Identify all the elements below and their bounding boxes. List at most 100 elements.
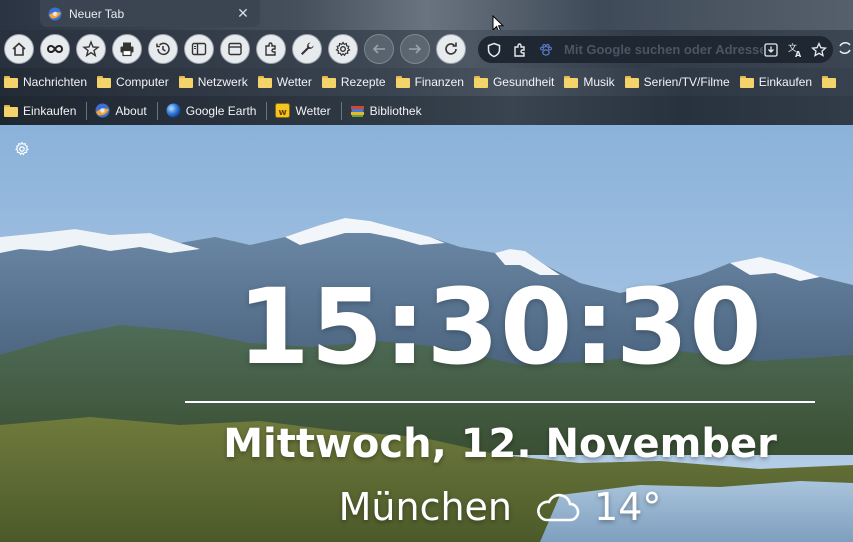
address-bar-actions: 文A <box>763 41 833 58</box>
bookmark-folder-einkaufen[interactable]: Einkaufen <box>739 75 813 89</box>
bookmark-about[interactable]: About <box>95 103 147 118</box>
clock-date: Mittwoch, 12. November <box>223 421 777 467</box>
bookmark-label: Google Earth <box>185 103 257 118</box>
bookmark-label: Finanzen <box>414 75 464 89</box>
folder-icon <box>97 76 112 88</box>
browser-favicon-icon <box>48 7 62 20</box>
browser-logo-icon <box>95 103 110 118</box>
folder-icon <box>473 76 488 88</box>
close-tab-icon[interactable]: ✕ <box>236 5 250 22</box>
bookmark-label: Netzwerk <box>197 75 248 89</box>
page-settings-icon[interactable] <box>14 141 30 157</box>
bookmarks-bar: Nachrichten Computer Netzwerk Wetter Rez… <box>0 68 853 96</box>
bookmark-wetter[interactable]: w Wetter <box>275 103 331 118</box>
back-button[interactable] <box>364 34 394 64</box>
settings-button[interactable] <box>328 34 358 64</box>
bookmark-separator <box>156 101 158 120</box>
bookmark-bibliothek[interactable]: Bibliothek <box>350 103 422 118</box>
weather-widget: München 14° <box>185 485 815 529</box>
bookmark-label: Einkaufen <box>23 103 77 118</box>
bookmark-folder-gesundheit[interactable]: Gesundheit <box>473 75 555 89</box>
extensions-button[interactable] <box>256 34 286 64</box>
history-button[interactable] <box>148 34 178 64</box>
tools-button[interactable] <box>292 34 322 64</box>
gear-icon <box>335 41 351 57</box>
forward-button[interactable] <box>400 34 430 64</box>
shield-icon[interactable] <box>486 42 502 58</box>
paw-icon <box>540 43 552 56</box>
print-button[interactable] <box>112 34 142 64</box>
private-mode-button[interactable] <box>40 34 70 64</box>
bookmark-google-earth[interactable]: Google Earth <box>166 103 257 118</box>
clock-divider <box>185 401 815 403</box>
folder-icon <box>321 76 336 88</box>
wrench-icon <box>301 42 314 55</box>
bookmark-separator <box>266 101 268 120</box>
printer-icon <box>120 42 134 57</box>
bookmark-folder-computer[interactable]: Computer <box>97 75 169 89</box>
books-icon <box>350 106 364 117</box>
folder-icon <box>257 76 272 88</box>
tab-strip: Neuer Tab ✕ <box>0 0 853 34</box>
folder-icon <box>4 76 18 88</box>
folder-icon <box>564 76 579 88</box>
history-icon <box>156 42 170 56</box>
tab-new-tab[interactable]: Neuer Tab ✕ <box>40 0 260 27</box>
cloud-icon <box>537 493 580 522</box>
arrow-left-icon <box>372 44 385 54</box>
address-input[interactable]: Mit Google suchen oder Adresse eingeben <box>564 42 763 57</box>
bookmark-label: Computer <box>116 75 169 89</box>
bookmark-folder-serien[interactable]: Serien/TV/Filme <box>624 75 730 89</box>
bookmark-label: About <box>115 103 147 118</box>
folder-icon <box>4 104 18 117</box>
weather-temperature: 14° <box>594 485 662 529</box>
reload-icon <box>445 42 457 55</box>
translate-icon[interactable]: 文A <box>787 42 803 58</box>
bookmark-folder-overflow[interactable] <box>822 76 837 88</box>
sidebar-button[interactable] <box>184 34 214 64</box>
bookmark-label: Bibliothek <box>369 103 422 118</box>
new-tab-page: 15:30:30 Mittwoch, 12. November München … <box>0 125 853 542</box>
bookmark-label: Musik <box>583 75 615 89</box>
window-icon <box>228 42 242 56</box>
extension-puzzle-icon[interactable] <box>512 42 528 58</box>
bookmark-folder-wetter[interactable]: Wetter <box>257 75 312 89</box>
bookmark-star-icon[interactable] <box>811 41 827 58</box>
weather-app-icon: w <box>275 103 291 118</box>
sync-icon[interactable] <box>838 39 852 57</box>
star-icon <box>82 40 100 58</box>
svg-text:w: w <box>279 108 287 118</box>
bookmark-label: Serien/TV/Filme <box>643 75 730 89</box>
window-button[interactable] <box>220 34 250 64</box>
home-button[interactable] <box>4 34 34 64</box>
folder-icon <box>178 76 193 88</box>
arrow-right-icon <box>409 44 422 54</box>
folder-icon <box>822 76 837 88</box>
svg-text:A: A <box>795 50 802 58</box>
bookmark-folder-einkaufen-2[interactable]: Einkaufen <box>4 104 76 118</box>
folder-icon <box>395 76 410 88</box>
bookmark-label: Wetter <box>295 103 331 118</box>
bookmark-separator <box>340 101 342 120</box>
reload-button[interactable] <box>436 34 466 64</box>
favorites-button[interactable] <box>76 34 106 64</box>
folder-icon <box>624 76 639 88</box>
infinity-icon <box>46 45 64 53</box>
bookmark-separator <box>86 101 88 120</box>
bookmark-label: Einkaufen <box>758 75 813 89</box>
clock-time: 15:30:30 <box>237 266 763 388</box>
bookmark-folder-finanzen[interactable]: Finanzen <box>395 75 464 89</box>
bookmark-folder-rezepte[interactable]: Rezepte <box>321 75 386 89</box>
bookmark-folder-netzwerk[interactable]: Netzwerk <box>178 75 248 89</box>
download-icon[interactable] <box>763 42 779 58</box>
weather-city: München <box>338 485 513 529</box>
navigation-toolbar: Mit Google suchen oder Adresse eingeben … <box>0 30 853 68</box>
bookmarks-bar-second-row: Einkaufen About Google Earth w Wetter Bi… <box>0 96 853 125</box>
bookmark-label: Gesundheit <box>492 75 555 89</box>
bookmark-folder-nachrichten[interactable]: Nachrichten <box>4 75 87 89</box>
sidebar-icon <box>191 42 207 56</box>
address-bar[interactable]: Mit Google suchen oder Adresse eingeben … <box>478 36 833 63</box>
home-icon <box>12 42 26 56</box>
bookmark-label: Rezepte <box>340 75 386 89</box>
bookmark-folder-musik[interactable]: Musik <box>564 75 615 89</box>
